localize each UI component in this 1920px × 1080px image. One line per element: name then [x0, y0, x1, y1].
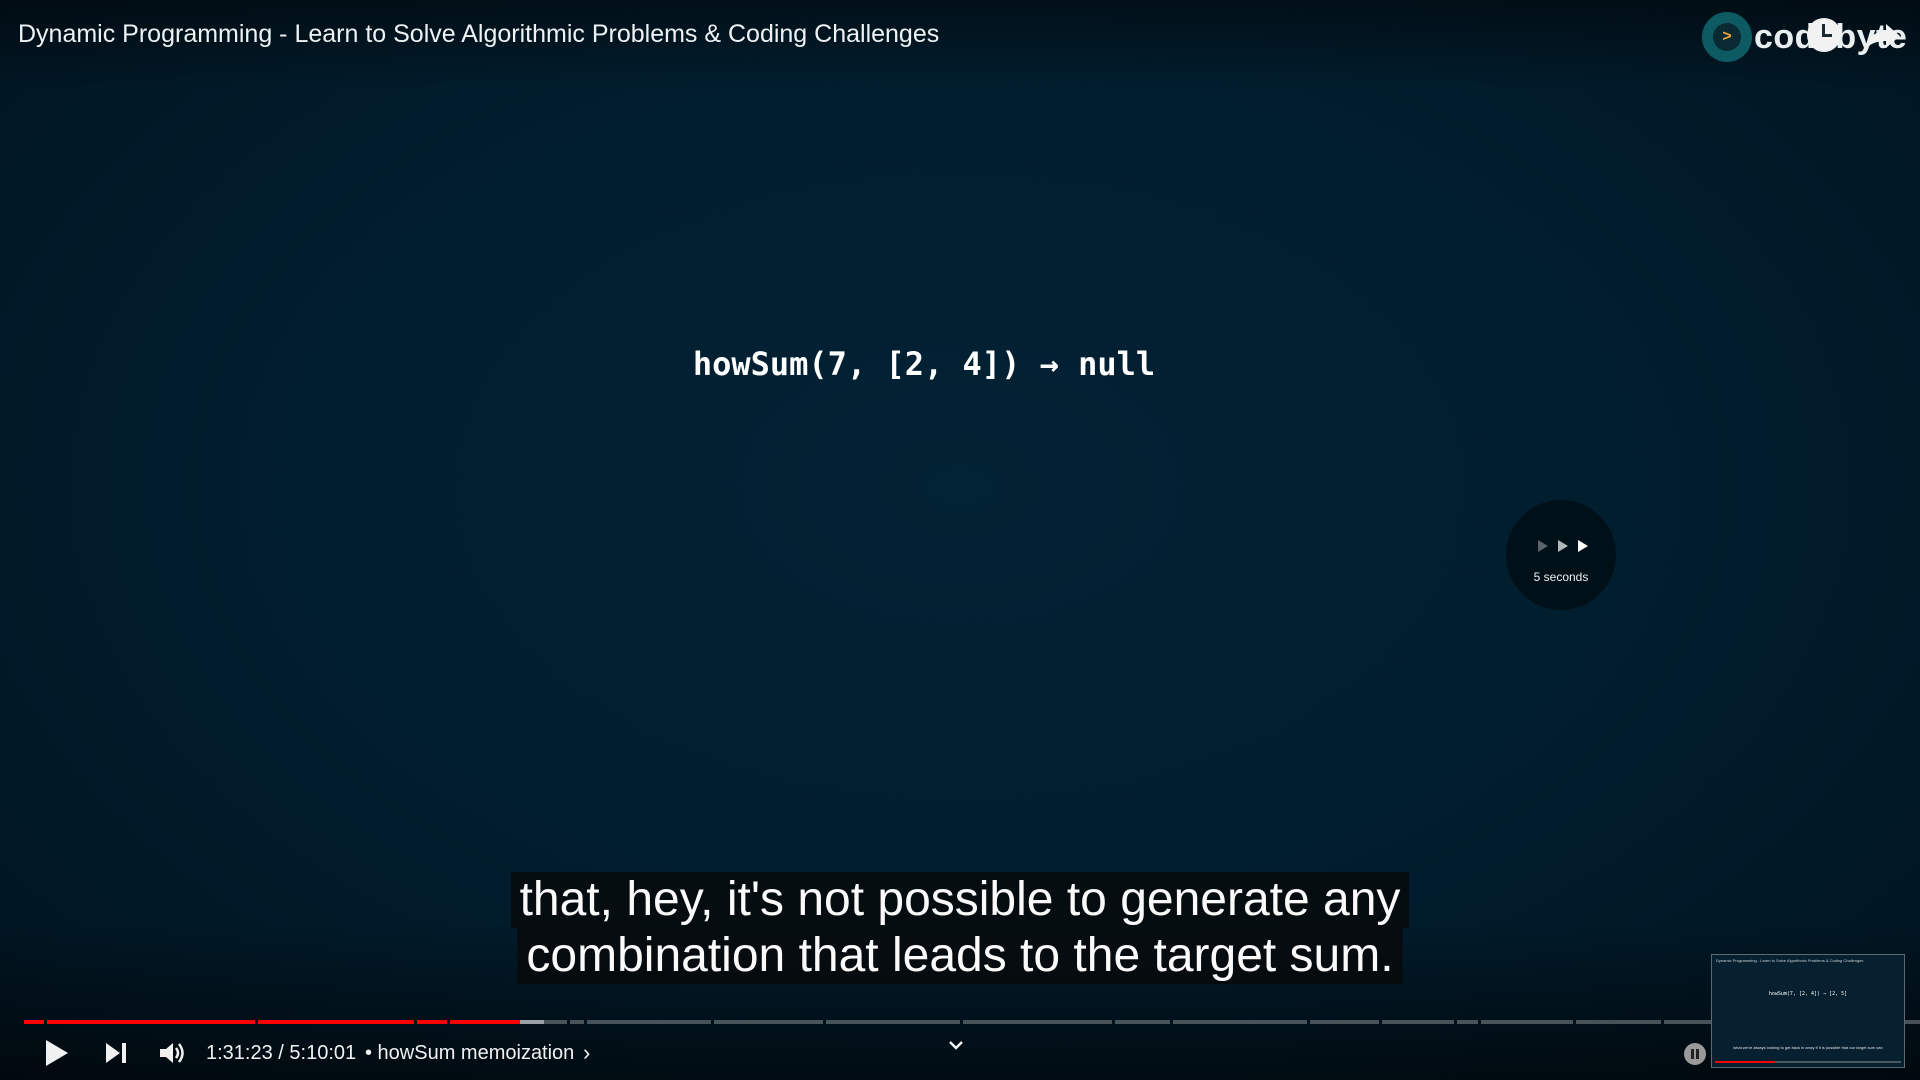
chapter-segment[interactable] — [1457, 1020, 1478, 1024]
miniplayer-progress-fill — [1715, 1061, 1775, 1063]
chevron-down-icon — [949, 1041, 963, 1050]
miniplayer-progress — [1715, 1061, 1901, 1063]
video-title[interactable]: Dynamic Programming - Learn to Solve Alg… — [18, 20, 939, 49]
chapter-segment[interactable] — [963, 1020, 1112, 1024]
played-fill — [24, 1020, 44, 1024]
chapter-segment[interactable] — [24, 1020, 44, 1024]
next-icon — [106, 1043, 126, 1063]
chapter-segment[interactable] — [1115, 1020, 1170, 1024]
chapter-segment[interactable] — [47, 1020, 255, 1024]
played-fill — [47, 1020, 255, 1024]
chapter-chevron-icon[interactable]: › — [583, 1032, 590, 1074]
play-button[interactable] — [44, 1032, 78, 1074]
pause-icon[interactable] — [1684, 1043, 1706, 1065]
control-bar: 1:31:23 / 5:10:01 • howSum memoization › — [0, 1032, 1920, 1074]
chapter-segment[interactable] — [1481, 1020, 1573, 1024]
chapter-segment[interactable] — [450, 1020, 567, 1024]
captions: that, hey, it's not possible to generate… — [0, 872, 1920, 984]
played-fill — [417, 1020, 447, 1024]
progress-bar[interactable] — [24, 1020, 1920, 1026]
seek-forward-indicator: 5 seconds — [1506, 500, 1616, 610]
video-player[interactable]: Dynamic Programming - Learn to Solve Alg… — [0, 0, 1920, 1080]
chapter-segment[interactable] — [1173, 1020, 1307, 1024]
fast-forward-icon — [1538, 540, 1588, 552]
volume-button[interactable] — [158, 1032, 198, 1074]
miniplayer-code-text: howSum(7, [2, 4]) → [2, 5] — [1768, 991, 1848, 997]
chapter-segment[interactable] — [1382, 1020, 1454, 1024]
watch-later-icon[interactable] — [1807, 18, 1841, 52]
miniplayer-caption: what we're always looking to get back in… — [1733, 1045, 1883, 1050]
volume-icon — [160, 1043, 184, 1063]
miniplayer-title: Dynamic Programming - Learn to Solve Alg… — [1716, 958, 1864, 963]
caption-line: that, hey, it's not possible to generate… — [510, 872, 1410, 928]
next-button[interactable] — [104, 1032, 138, 1074]
chapter-segment[interactable] — [258, 1020, 414, 1024]
chapter-segment[interactable] — [587, 1020, 711, 1024]
caption-line: combination that leads to the target sum… — [517, 928, 1403, 984]
logo-glyph: > — [1713, 23, 1741, 51]
seek-label: 5 seconds — [1533, 570, 1589, 584]
expand-button[interactable] — [948, 1024, 972, 1066]
chapter-segment[interactable] — [1576, 1020, 1661, 1024]
play-icon — [46, 1040, 68, 1066]
miniplayer-preview[interactable]: Dynamic Programming - Learn to Solve Alg… — [1711, 954, 1905, 1068]
chapter-segment[interactable] — [417, 1020, 447, 1024]
chapter-segment[interactable] — [714, 1020, 823, 1024]
share-icon[interactable] — [1862, 20, 1902, 54]
time-display: 1:31:23 / 5:10:01 — [206, 1041, 357, 1064]
channel-logo-icon: > — [1702, 12, 1752, 62]
chapter-segment[interactable] — [826, 1020, 960, 1024]
chapter-segment[interactable] — [1310, 1020, 1379, 1024]
slide-code-text: howSum(7, [2, 4]) → null — [692, 345, 1156, 383]
chapter-title[interactable]: • howSum memoization — [365, 1032, 574, 1074]
played-fill — [450, 1020, 520, 1024]
chapter-segment[interactable] — [570, 1020, 584, 1024]
played-fill — [258, 1020, 414, 1024]
